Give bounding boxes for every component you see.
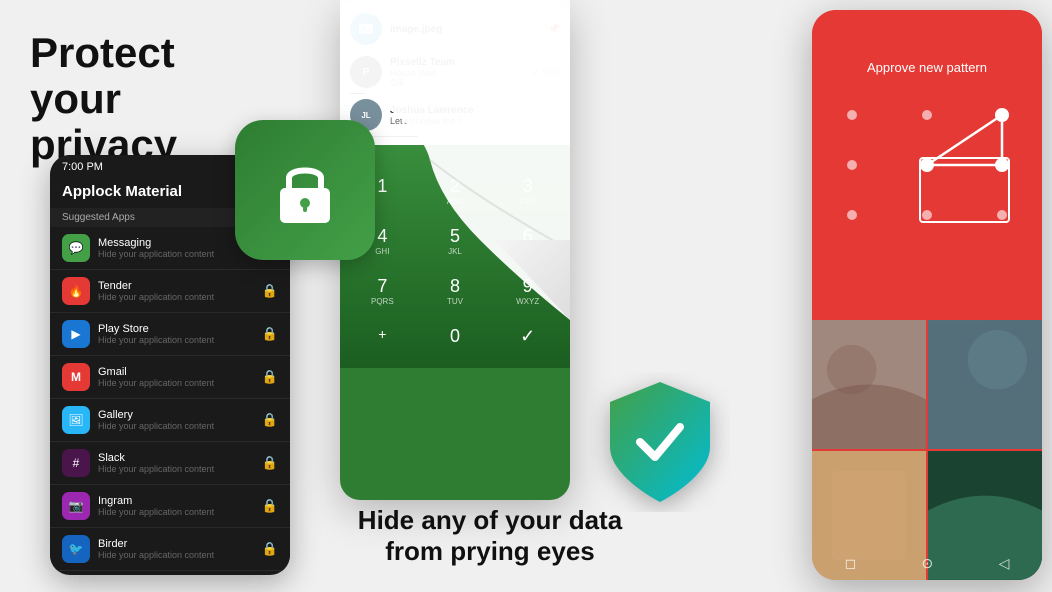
suggested-apps-label: Suggested Apps [62,212,135,223]
app-info: Slack Hide your application content [98,452,262,474]
app-title: Applock Material [62,183,182,200]
message-info: Pixsellz Team Hasan Web GIF [390,57,532,88]
message-avatar [350,13,382,45]
app-name: Gallery [98,409,262,421]
list-item: 🔥 Tender Hide your application content 🔒 [50,270,290,313]
nav-bar: ◻ ⊙ ◁ [812,555,1042,572]
list-item: 📷 Ingram Hide your application content 🔒 [50,485,290,528]
pattern-svg [832,95,1022,235]
app-info: Play Store Hide your application content [98,323,262,345]
hero-title: Protect your privacy [30,30,250,169]
app-icon-messaging: 💬 [62,234,90,262]
message-text: Let's choose the f... [390,116,560,126]
app-info: Gallery Hide your application content [98,409,262,431]
app-name: Tender [98,280,262,292]
approve-text: Approve new pattern [827,60,1027,75]
app-desc: Hide your application content [98,249,262,259]
phone-right-top: Approve new pattern [812,10,1042,85]
keypad-grid: 1 2ABC 3DEF 4GHI 5JKL 6MNO 7PQRS 8TUV 9W… [350,170,560,353]
key-7[interactable]: 7PQRS [350,270,415,312]
key-0[interactable]: 0 [423,320,488,353]
cta-line1: Hide any of your data [358,505,622,535]
app-info: Gmail Hide your application content [98,366,262,388]
key-9[interactable]: 9WXYZ [495,270,560,312]
app-desc: Hide your application content [98,550,262,560]
title-line1: Protect your [30,29,175,122]
key-check[interactable]: ✓ [495,320,560,353]
app-icon-birder: 🐦 [62,535,90,563]
lock-card [235,120,375,260]
phone-right: Approve new pattern [812,10,1042,580]
list-item: 🖼 Gallery Hide your application content … [50,399,290,442]
list-item: 🐦 Birder Hide your application content 🔒 [50,528,290,571]
key-3[interactable]: 3DEF [495,170,560,212]
messages-section: image.jpeg 📌 P Pixsellz Team Hasan Web G… [340,0,570,145]
bottom-cta: Hide any of your data from prying eyes [310,505,670,567]
key-plus[interactable]: + [350,320,415,353]
photo-cell-1 [812,320,926,449]
message-item: image.jpeg 📌 [350,8,560,51]
message-info: Joshua Lawrence Let's choose the f... [390,105,560,126]
pin-icon: 📌 [548,24,560,35]
app-name: Ingram [98,495,262,507]
app-desc: Hide your application content [98,421,262,431]
shield-icon [590,372,730,512]
key-5[interactable]: 5JKL [423,220,488,262]
app-info: Tender Hide your application content [98,280,262,302]
nav-square-icon: ◻ [845,555,857,572]
app-name: Slack [98,452,262,464]
hero-section: Protect your privacy [30,30,250,169]
bottom-cta-text: Hide any of your data from prying eyes [310,505,670,567]
app-desc: Hide your application content [98,378,262,388]
phone-middle: image.jpeg 📌 P Pixsellz Team Hasan Web G… [340,0,570,500]
message-sender: Joshua Lawrence [390,105,560,116]
photo-cell-2 [928,320,1042,449]
lock-icon: 🔒 [262,541,278,557]
lock-icon: 🔒 [262,283,278,299]
key-2[interactable]: 2ABC [423,170,488,212]
message-item: P Pixsellz Team Hasan Web GIF ✓ 9/29 [350,51,560,94]
app-desc: Hide your application content [98,464,262,474]
photo-grid [812,320,1042,580]
key-6[interactable]: 6MNO [495,220,560,262]
nav-circle-icon: ⊙ [922,555,934,572]
app-info: Ingram Hide your application content [98,495,262,517]
lock-icon: 🔒 [262,369,278,385]
message-file-name: image.jpeg [390,24,548,35]
message-text: GIF [390,78,532,88]
app-desc: Hide your application content [98,335,262,345]
app-name: Gmail [98,366,262,378]
message-badge: ✓ 9/29 [532,67,560,78]
status-time: 7:00 PM [62,161,103,173]
app-desc: Hide your application content [98,292,262,302]
lock-icon: 🔒 [262,412,278,428]
app-icon-gallery: 🖼 [62,406,90,434]
app-icon-ingram: 📷 [62,492,90,520]
message-sub: Hasan Web [390,68,532,78]
lock-icon: 🔒 [262,498,278,514]
list-item: # Slack Hide your application content 🔒 [50,442,290,485]
message-info: image.jpeg [390,24,548,35]
message-avatar: P [350,56,382,88]
list-item: ▶ Play Store Hide your application conte… [50,313,290,356]
app-icon-tender: 🔥 [62,277,90,305]
app-icon-slack: # [62,449,90,477]
app-name: Birder [98,538,262,550]
app-desc: Hide your application content [98,507,262,517]
app-name: Play Store [98,323,262,335]
nav-back-icon: ◁ [999,555,1010,572]
shield-container [590,372,730,512]
cta-line2: from prying eyes [385,536,595,566]
lock-icon: 🔒 [262,326,278,342]
app-info: Birder Hide your application content [98,538,262,560]
lock-icon-large [265,150,345,230]
app-icon-gmail: M [62,363,90,391]
key-8[interactable]: 8TUV [423,270,488,312]
message-sender: Pixsellz Team [390,57,532,68]
message-item: JL Joshua Lawrence Let's choose the f... [350,94,560,137]
list-item: M Gmail Hide your application content 🔒 [50,356,290,399]
app-icon-playstore: ▶ [62,320,90,348]
pattern-area [812,85,1042,250]
lock-icon: 🔒 [262,455,278,471]
